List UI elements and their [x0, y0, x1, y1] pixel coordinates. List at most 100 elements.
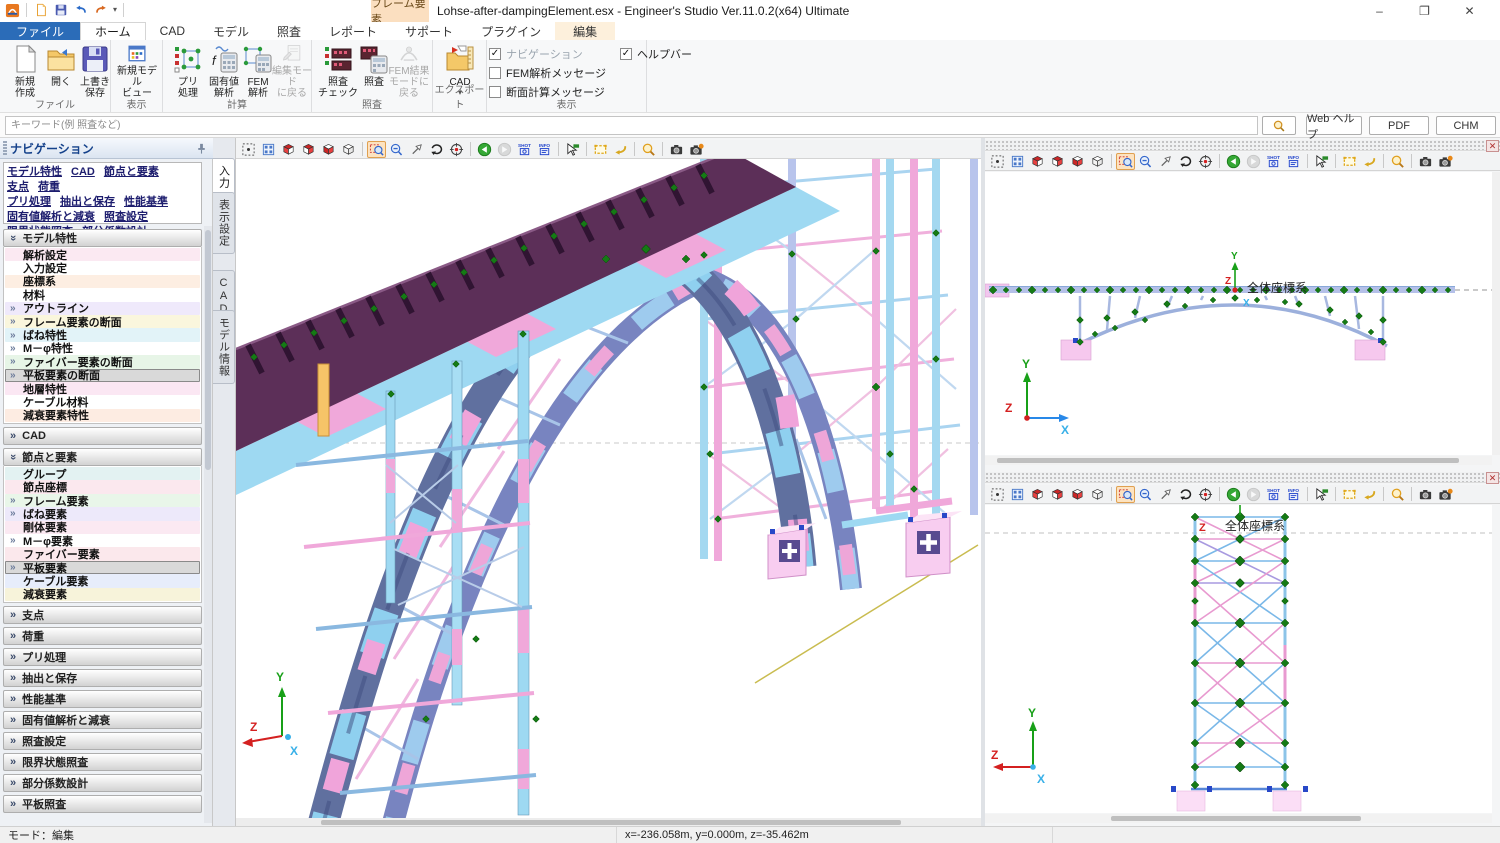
- checked-checkbox-icon[interactable]: ✓: [489, 48, 501, 60]
- checkbox-ヘルプバー[interactable]: ✓ヘルプバー: [620, 44, 692, 63]
- view-cube-top-icon[interactable]: [1048, 153, 1067, 170]
- zoom-fit-icon[interactable]: [259, 141, 278, 158]
- select-mode-icon[interactable]: [988, 153, 1007, 170]
- nav-item-減衰要素[interactable]: 減衰要素: [5, 588, 200, 601]
- selection-undo-icon[interactable]: [1360, 486, 1379, 503]
- info-icon[interactable]: [1284, 486, 1303, 503]
- top-right-pane-handle[interactable]: [985, 140, 1500, 151]
- nav-section-モデル特性[interactable]: »モデル特性: [3, 229, 202, 247]
- nav-link-照査設定[interactable]: 照査設定: [104, 211, 148, 223]
- qat-undo-icon[interactable]: [73, 2, 89, 18]
- scrollbar-thumb[interactable]: [205, 230, 211, 470]
- orbit-center-icon[interactable]: [1196, 153, 1215, 170]
- pan-icon[interactable]: [407, 141, 426, 158]
- nav-section-節点と要素[interactable]: »節点と要素: [3, 448, 202, 466]
- nav-item-減衰要素特性[interactable]: 減衰要素特性: [5, 409, 200, 422]
- capture-save-icon[interactable]: [1436, 153, 1455, 170]
- view-cube-right-icon[interactable]: [1068, 486, 1087, 503]
- zoom-window-icon[interactable]: [367, 141, 386, 158]
- tab-照査[interactable]: 照査: [263, 22, 315, 40]
- pick-element-icon[interactable]: [563, 141, 582, 158]
- tower-front-viewport[interactable]: Z 全体座標系 Y Z X: [985, 505, 1492, 813]
- zoom-window-icon[interactable]: [1116, 486, 1135, 503]
- history-back-icon[interactable]: [1224, 486, 1243, 503]
- select-mode-icon[interactable]: [988, 486, 1007, 503]
- main-3d-viewport[interactable]: Y Z X: [236, 159, 981, 818]
- maximize-button[interactable]: ❐: [1402, 0, 1447, 22]
- nav-section-CAD[interactable]: »CAD: [3, 427, 202, 445]
- nav-section-照査設定[interactable]: »照査設定: [3, 732, 202, 750]
- zoom-out-icon[interactable]: [387, 141, 406, 158]
- selection-undo-icon[interactable]: [611, 141, 630, 158]
- side-tab-入力[interactable]: 入力: [213, 158, 235, 196]
- view-cube-left-icon[interactable]: [1028, 486, 1047, 503]
- zoom-fit-icon[interactable]: [1008, 153, 1027, 170]
- view-cube-wire-icon[interactable]: [339, 141, 358, 158]
- pin-icon[interactable]: [195, 142, 208, 155]
- pan-icon[interactable]: [1156, 153, 1175, 170]
- shot-icon[interactable]: [1264, 486, 1283, 503]
- view-cube-right-icon[interactable]: [319, 141, 338, 158]
- selection-box-icon[interactable]: [591, 141, 610, 158]
- nav-section-固有値解析と減衰[interactable]: »固有値解析と減衰: [3, 711, 202, 729]
- selection-undo-icon[interactable]: [1360, 153, 1379, 170]
- zoom-out-icon[interactable]: [1136, 486, 1155, 503]
- checkbox-断面計算メッセージ[interactable]: 断面計算メッセージ: [489, 82, 606, 101]
- nav-link-性能基準[interactable]: 性能基準: [124, 196, 168, 208]
- pick-element-icon[interactable]: [1312, 153, 1331, 170]
- drag-grip-icon[interactable]: [3, 141, 7, 156]
- capture-save-icon[interactable]: [687, 141, 706, 158]
- elevation-viewport[interactable]: Y Z X 全体座標系 Y Z X: [985, 172, 1492, 455]
- nav-section-部分係数設計[interactable]: »部分係数設計: [3, 774, 202, 792]
- checkbox-FEM解析メッセージ[interactable]: FEM解析メッセージ: [489, 63, 606, 82]
- scrollbar-thumb[interactable]: [997, 458, 1459, 463]
- capture-icon[interactable]: [1416, 153, 1435, 170]
- tab-モデル[interactable]: モデル: [199, 22, 263, 40]
- view-cube-wire-icon[interactable]: [1088, 153, 1107, 170]
- tab-edit-contextual[interactable]: 編集: [555, 22, 615, 40]
- nav-link-プリ処理[interactable]: プリ処理: [7, 196, 51, 208]
- navigation-scrollbar[interactable]: [204, 226, 212, 823]
- tab-プラグイン[interactable]: プラグイン: [467, 22, 555, 40]
- web-help-button[interactable]: Web ヘルプ: [1306, 116, 1362, 135]
- nav-link-抽出と保存[interactable]: 抽出と保存: [60, 196, 115, 208]
- zoom-window-icon[interactable]: [1116, 153, 1135, 170]
- elevation-vscrollbar[interactable]: [1492, 172, 1500, 455]
- find-icon[interactable]: [1388, 486, 1407, 503]
- unchecked-checkbox-icon[interactable]: [489, 67, 501, 79]
- search-button[interactable]: [1262, 116, 1296, 135]
- capture-icon[interactable]: [1416, 486, 1435, 503]
- pan-icon[interactable]: [1156, 486, 1175, 503]
- nav-section-限界状態照査[interactable]: »限界状態照査: [3, 753, 202, 771]
- nav-link-CAD[interactable]: CAD: [71, 166, 95, 178]
- checkbox-ナビゲーション[interactable]: ✓ナビゲーション: [489, 44, 606, 63]
- view-cube-left-icon[interactable]: [279, 141, 298, 158]
- close-pane-icon[interactable]: ✕: [1486, 140, 1499, 152]
- nav-link-荷重[interactable]: 荷重: [38, 181, 60, 193]
- side-tab-表示設定[interactable]: 表示設定: [213, 192, 235, 254]
- nav-section-性能基準[interactable]: »性能基準: [3, 690, 202, 708]
- info-icon[interactable]: [535, 141, 554, 158]
- elevation-hscrollbar[interactable]: [985, 456, 1492, 465]
- keyword-search-input[interactable]: [5, 116, 1258, 135]
- qat-redo-icon[interactable]: [93, 2, 109, 18]
- selection-box-icon[interactable]: [1340, 153, 1359, 170]
- tower-hscrollbar[interactable]: [985, 814, 1492, 823]
- zoom-fit-icon[interactable]: [1008, 486, 1027, 503]
- nav-section-荷重[interactable]: »荷重: [3, 627, 202, 645]
- find-icon[interactable]: [639, 141, 658, 158]
- capture-save-icon[interactable]: [1436, 486, 1455, 503]
- find-icon[interactable]: [1388, 153, 1407, 170]
- chm-help-button[interactable]: CHM: [1436, 116, 1496, 135]
- minimize-button[interactable]: –: [1357, 0, 1402, 22]
- rotate-view-icon[interactable]: [1176, 153, 1195, 170]
- qat-save-icon[interactable]: [53, 2, 69, 18]
- pdf-help-button[interactable]: PDF: [1369, 116, 1429, 135]
- scrollbar-thumb[interactable]: [1111, 816, 1361, 821]
- select-mode-icon[interactable]: [239, 141, 258, 158]
- selection-box-icon[interactable]: [1340, 486, 1359, 503]
- tab-サポート[interactable]: サポート: [391, 22, 467, 40]
- qat-new-icon[interactable]: [33, 2, 49, 18]
- nav-section-抽出と保存[interactable]: »抽出と保存: [3, 669, 202, 687]
- nav-section-支点[interactable]: »支点: [3, 606, 202, 624]
